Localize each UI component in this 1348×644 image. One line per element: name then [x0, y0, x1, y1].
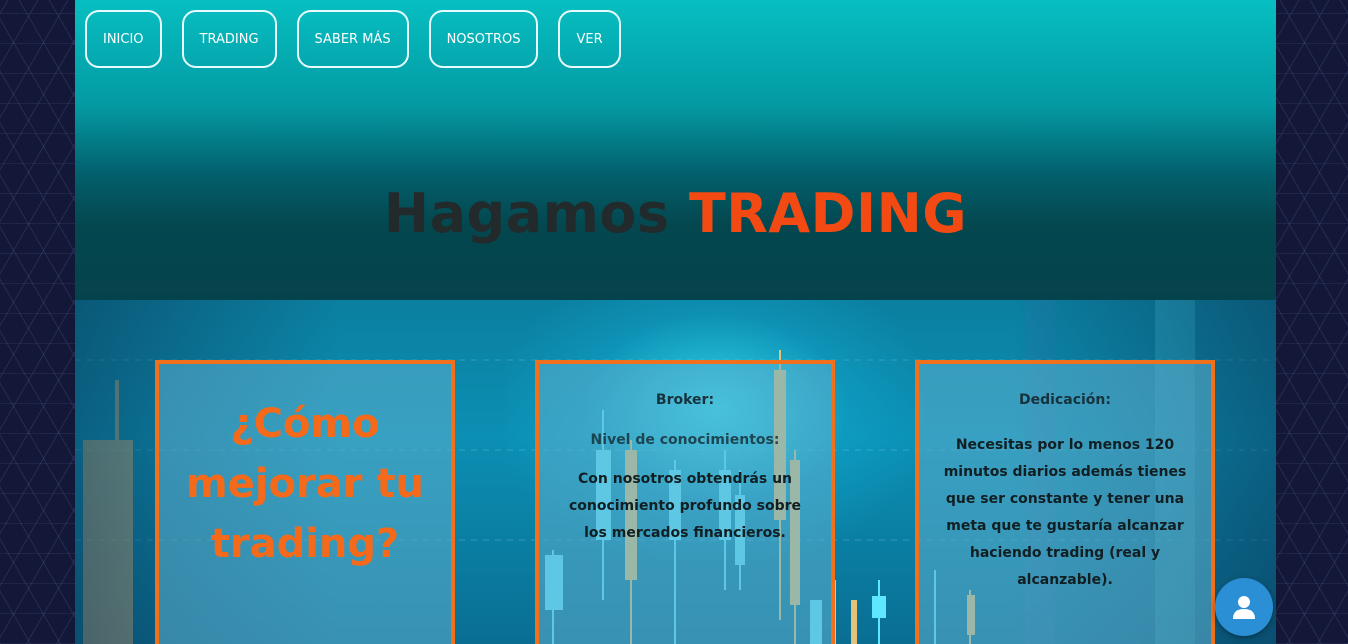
info-section: ¿Cómo mejorar tu trading? Broker: Nivel …: [75, 300, 1276, 644]
hero-title: Hagamos TRADING: [75, 182, 1276, 245]
card-dedication-text: Necesitas por lo menos 120 minutos diari…: [943, 437, 1187, 588]
nav-nosotros[interactable]: NOSOTROS: [428, 10, 539, 68]
card-broker-subheading: Nivel de conocimientos:: [590, 432, 780, 448]
user-avatar-icon: [1233, 596, 1255, 619]
card-broker: Broker: Nivel de conocimientos: Con noso…: [535, 360, 835, 644]
card-improve-trading: ¿Cómo mejorar tu trading?: [155, 360, 455, 644]
hero-header: INICIO TRADING SABER MÁS NOSOTROS VER Ha…: [75, 0, 1276, 300]
hero-title-part1: Hagamos: [383, 182, 670, 245]
nav-trading[interactable]: TRADING: [181, 10, 277, 68]
card-dedication: Dedicación: Necesitas por lo menos 120 m…: [915, 360, 1215, 644]
nav-inicio[interactable]: INICIO: [85, 10, 162, 68]
page: INICIO TRADING SABER MÁS NOSOTROS VER Ha…: [75, 0, 1276, 644]
nav-saber-mas[interactable]: SABER MÁS: [296, 10, 409, 68]
card-question-heading: ¿Cómo mejorar tu trading?: [186, 401, 424, 567]
card-broker-text: Con nosotros obtendrás un conocimiento p…: [568, 471, 802, 541]
card-dedication-heading: Dedicación:: [1019, 392, 1111, 408]
nav-ver[interactable]: VER: [558, 10, 621, 68]
chat-button[interactable]: [1215, 578, 1273, 636]
card-broker-heading: Broker:: [655, 392, 715, 408]
hero-title-part2: TRADING: [688, 182, 968, 245]
main-nav: INICIO TRADING SABER MÁS NOSOTROS VER: [85, 10, 621, 68]
